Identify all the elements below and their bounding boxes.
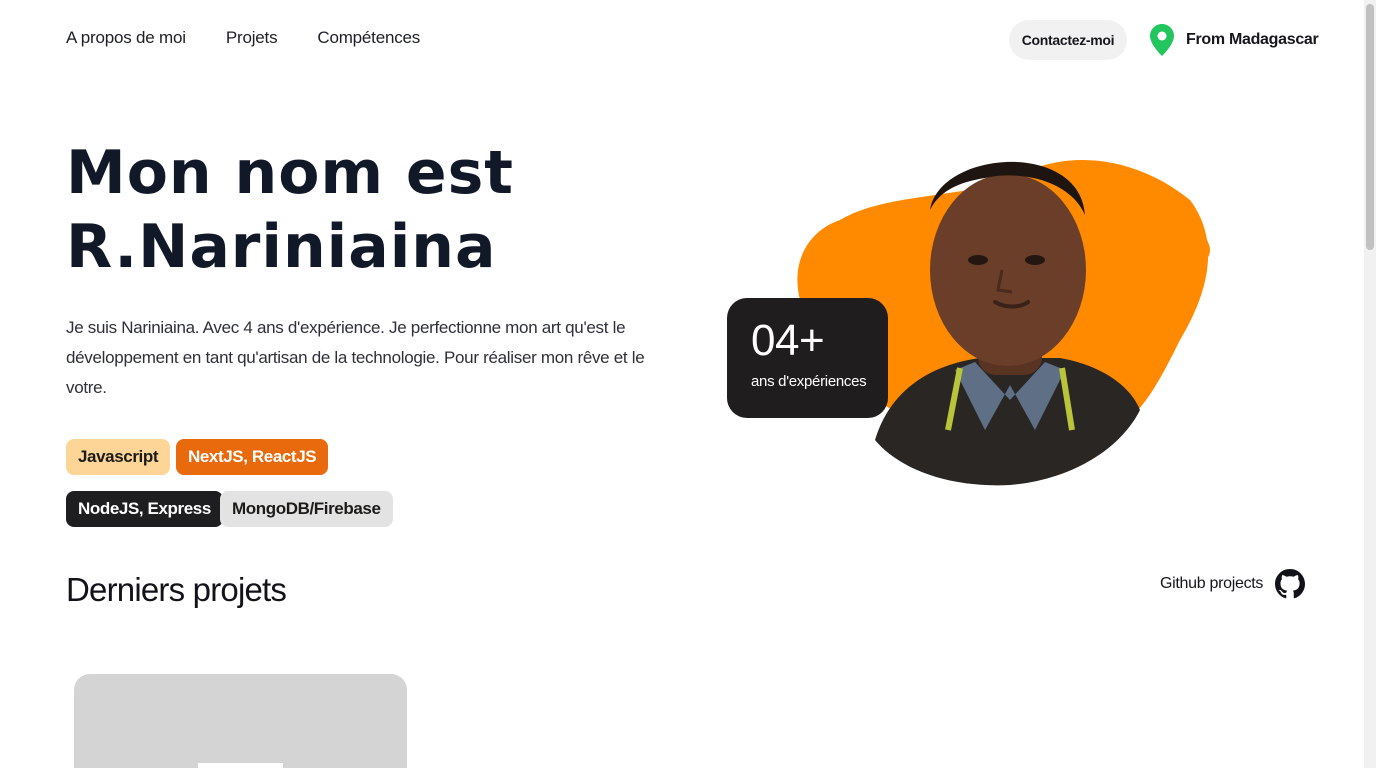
nav-link-projects[interactable]: Projets bbox=[226, 26, 278, 50]
github-icon bbox=[1275, 569, 1306, 599]
projects-section-title: Derniers projets bbox=[66, 571, 287, 608]
project-card[interactable] bbox=[74, 674, 407, 768]
nav-link-skills[interactable]: Compétences bbox=[317, 26, 420, 50]
location-info: From Madagascar bbox=[1150, 24, 1319, 56]
scrollbar-thumb[interactable] bbox=[1366, 4, 1374, 250]
location-text: From Madagascar bbox=[1186, 31, 1319, 48]
hero-title-line-1: Mon nom est bbox=[66, 138, 514, 208]
skill-tag-nodejs: NodeJS, Express bbox=[66, 491, 223, 527]
experience-card: 04+ ans d'expériences bbox=[727, 298, 888, 418]
page: A propos de moi Projets Compétences Cont… bbox=[0, 0, 1376, 768]
experience-value: 04+ bbox=[751, 316, 825, 365]
experience-label: ans d'expériences bbox=[751, 373, 867, 390]
nav-link-about[interactable]: A propos de moi bbox=[66, 26, 186, 50]
hero-title: Mon nom est R.Nariniaina bbox=[66, 136, 514, 284]
location-pin-icon bbox=[1150, 24, 1174, 56]
portrait-face bbox=[930, 174, 1086, 366]
skill-tag-javascript: Javascript bbox=[66, 439, 171, 475]
skill-tag-nextjs: NextJS, ReactJS bbox=[176, 439, 329, 475]
hero-title-line-2: R.Nariniaina bbox=[66, 212, 497, 282]
page-scrollbar[interactable] bbox=[1364, 0, 1376, 768]
hero-description: Je suis Nariniaina. Avec 4 ans d'expérie… bbox=[66, 318, 645, 397]
main-nav: A propos de moi Projets Compétences bbox=[66, 26, 420, 50]
skill-tag-mongodb: MongoDB/Firebase bbox=[220, 491, 393, 527]
contact-button[interactable]: Contactez-moi bbox=[1009, 20, 1127, 60]
project-thumbnail bbox=[198, 763, 283, 768]
github-projects-label: Github projects bbox=[1160, 575, 1264, 592]
github-projects-link[interactable]: Github projects bbox=[1160, 569, 1306, 599]
